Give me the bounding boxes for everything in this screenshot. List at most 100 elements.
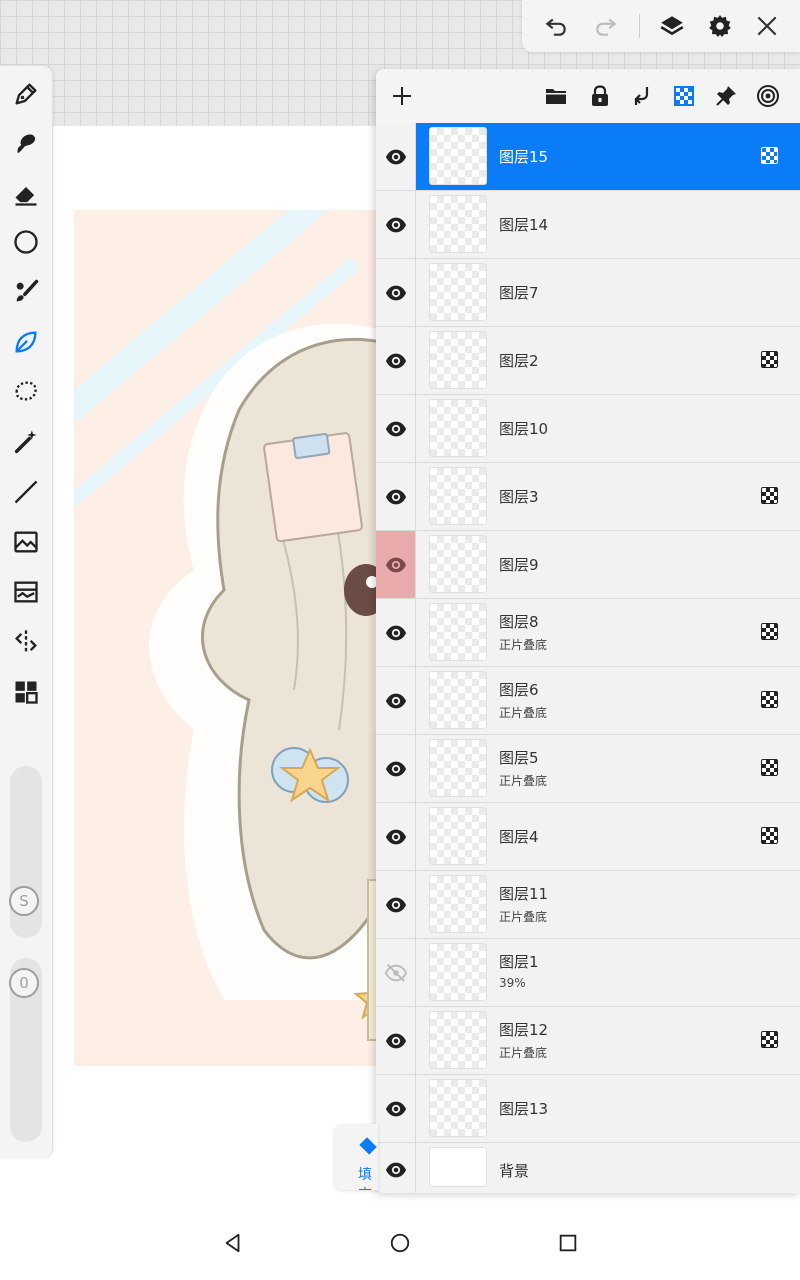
layer-thumbnail (429, 943, 487, 1001)
eye-icon (385, 557, 406, 572)
layer-visibility-toggle[interactable] (376, 667, 416, 734)
layer-thumbnail (429, 1079, 487, 1137)
layer-visibility-toggle[interactable] (376, 735, 416, 802)
layer-row[interactable]: 图层7 (376, 259, 800, 327)
redo-button[interactable] (588, 8, 624, 44)
eye-icon (385, 897, 406, 912)
settings-button[interactable] (702, 8, 738, 44)
eraser-tool[interactable] (6, 174, 46, 214)
layer-row[interactable]: 图层2 (376, 327, 800, 395)
layer-name: 图层1 (499, 953, 539, 971)
leaf-icon (15, 331, 37, 353)
line-tool[interactable] (6, 472, 46, 512)
pin-layer-button[interactable] (708, 79, 744, 113)
layer-visibility-toggle[interactable] (376, 1075, 416, 1142)
leaf-tool[interactable] (6, 322, 46, 362)
layer-visibility-toggle[interactable] (376, 531, 416, 598)
lasso-tool[interactable] (6, 372, 46, 412)
layer-visibility-toggle[interactable] (376, 1007, 416, 1074)
layer-visibility-toggle[interactable] (376, 123, 416, 190)
layer-name: 图层5 (499, 749, 539, 767)
undo-icon (545, 18, 566, 36)
layer-visibility-toggle[interactable] (376, 191, 416, 258)
layer-row[interactable]: 图层1 39% (376, 939, 800, 1007)
layer-visibility-toggle[interactable] (376, 939, 416, 1006)
layer-thumbnail (429, 263, 487, 321)
layer-row[interactable]: 图层4 (376, 803, 800, 871)
fill-button-label: 填充 (358, 1167, 372, 1190)
layer-name: 图层2 (499, 352, 539, 370)
layer-row[interactable]: 图层10 (376, 395, 800, 463)
add-layer-button[interactable] (384, 79, 420, 113)
close-button[interactable] (749, 8, 785, 44)
nav-back-button[interactable] (218, 1228, 248, 1258)
lasso-icon (15, 381, 37, 401)
alpha-lock-icon (674, 86, 694, 106)
layer-name: 图层6 (499, 681, 539, 699)
layer-visibility-toggle[interactable] (376, 871, 416, 938)
magic-wand-tool[interactable] (6, 422, 46, 462)
layer-visibility-toggle[interactable] (376, 259, 416, 326)
brush-opacity-slider[interactable]: 0 (9, 958, 42, 1142)
shape-circle-icon (14, 230, 38, 254)
shape-tool[interactable] (6, 222, 46, 262)
symmetry-tool[interactable] (6, 622, 46, 662)
brush-icon (16, 279, 39, 302)
layer-row[interactable]: 图层12 正片叠底 (376, 1007, 800, 1075)
layer-folder-button[interactable] (538, 79, 574, 113)
reference-layer-button[interactable] (750, 79, 786, 113)
pin-icon (716, 86, 736, 106)
fill-button[interactable]: 填充 (334, 1124, 378, 1190)
eye-icon (385, 149, 406, 164)
layer-row[interactable]: 图层15 (376, 123, 800, 191)
undo-button[interactable] (538, 8, 574, 44)
merge-down-button[interactable] (624, 79, 660, 113)
image-tool[interactable] (6, 522, 46, 562)
layer-blend-info: 39% (499, 976, 526, 990)
layer-row[interactable]: 图层9 (376, 531, 800, 599)
brush-size-thumb[interactable]: S (9, 886, 39, 916)
layer-visibility-toggle[interactable] (376, 395, 416, 462)
pen-tool[interactable] (6, 74, 46, 114)
pen-icon (15, 83, 37, 105)
material-grid-icon (15, 681, 38, 704)
filter-tool[interactable] (6, 572, 46, 612)
layer-visibility-toggle[interactable] (376, 327, 416, 394)
layer-visibility-toggle[interactable] (376, 599, 416, 666)
layer-visibility-toggle[interactable] (376, 1143, 416, 1193)
layer-thumbnail (429, 467, 487, 525)
alpha-lock-indicator-icon (761, 147, 778, 164)
alpha-lock-button[interactable] (666, 79, 702, 113)
layers-button[interactable] (654, 8, 690, 44)
alpha-lock-indicator-icon (761, 691, 778, 708)
layer-row[interactable]: 图层14 (376, 191, 800, 259)
layer-row[interactable]: 图层6 正片叠底 (376, 667, 800, 735)
layer-row[interactable]: 背景 (376, 1143, 800, 1193)
layer-visibility-toggle[interactable] (376, 463, 416, 530)
layer-name: 图层4 (499, 828, 539, 846)
layer-lock-button[interactable] (582, 79, 618, 113)
layer-row[interactable]: 图层13 (376, 1075, 800, 1143)
alpha-lock-indicator-icon (761, 351, 778, 368)
nav-recents-button[interactable] (553, 1228, 583, 1258)
layer-visibility-toggle[interactable] (376, 803, 416, 870)
layer-row[interactable]: 图层5 正片叠底 (376, 735, 800, 803)
brush-size-slider[interactable]: S (9, 766, 42, 938)
merge-down-icon (634, 87, 649, 105)
brush-opacity-thumb[interactable]: 0 (9, 968, 39, 998)
layer-name: 图层15 (499, 148, 549, 166)
eye-icon (385, 625, 406, 640)
brush-tool[interactable] (6, 272, 46, 312)
layer-row[interactable]: 图层3 (376, 463, 800, 531)
nav-home-button[interactable] (385, 1228, 415, 1258)
layer-row[interactable]: 图层8 正片叠底 (376, 599, 800, 667)
smudge-icon (17, 134, 36, 154)
layer-row[interactable]: 图层11 正片叠底 (376, 871, 800, 939)
layer-name: 图层7 (499, 284, 539, 302)
layers-panel: 图层15 图层14 图层7 图层2 图层10 图层3 图层9 图层8 正片叠底 图层6 正片叠底 图层… (376, 69, 800, 1193)
layer-thumbnail (429, 807, 487, 865)
target-icon (757, 85, 779, 107)
smudge-tool[interactable] (6, 124, 46, 164)
layer-blend-info: 正片叠底 (499, 1046, 548, 1060)
material-tool[interactable] (6, 672, 46, 712)
